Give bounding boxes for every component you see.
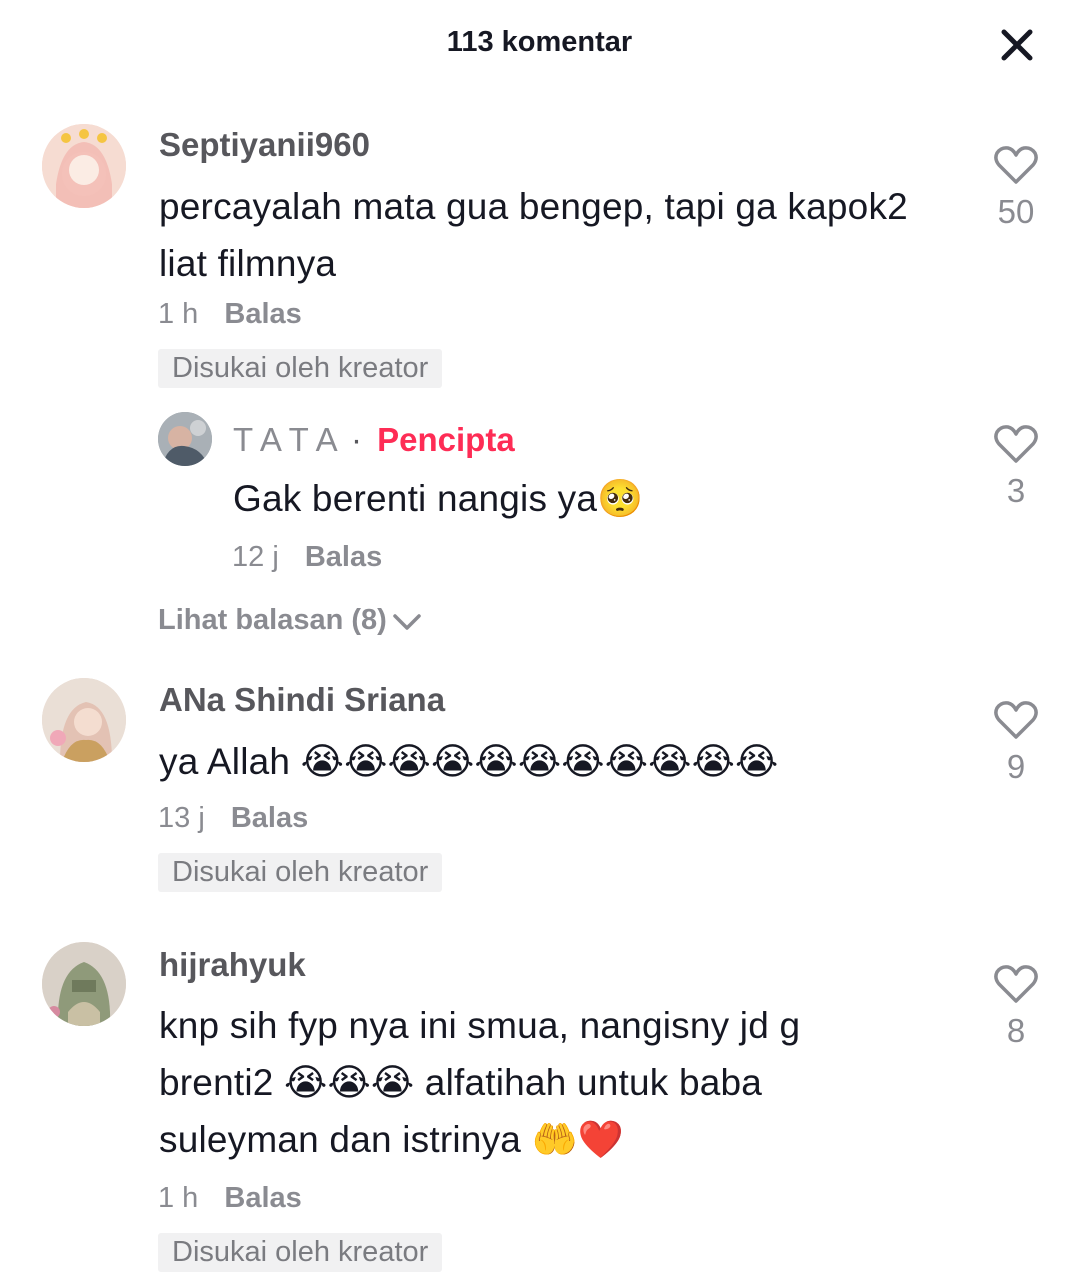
- comment-text: ya Allah 😭😭😭😭😭😭😭😭😭😭😭: [159, 741, 779, 782]
- avatar[interactable]: [158, 412, 212, 466]
- comment-meta: 13 j Balas: [158, 802, 308, 835]
- heart-icon[interactable]: [993, 964, 1039, 1004]
- like-column: 3: [976, 424, 1056, 510]
- comment-time: 1 h: [158, 1182, 199, 1214]
- reply-button[interactable]: Balas: [305, 541, 382, 573]
- comment-meta: 1 h Balas: [158, 298, 302, 331]
- like-count: 50: [997, 193, 1035, 230]
- reply-time: 12 j: [232, 541, 279, 573]
- like-count: 3: [1006, 472, 1026, 509]
- chevron-down-icon: [393, 614, 421, 631]
- separator-dot: ·: [350, 421, 362, 458]
- like-count: 8: [1006, 1012, 1026, 1049]
- heart-icon[interactable]: [993, 424, 1039, 464]
- reply-button[interactable]: Balas: [231, 802, 308, 834]
- avatar[interactable]: [42, 124, 126, 208]
- creator-tag: Pencipta: [377, 421, 515, 458]
- avatar[interactable]: [42, 678, 126, 762]
- reply-button[interactable]: Balas: [224, 298, 301, 330]
- comment-time: 1 h: [158, 298, 199, 330]
- comment-meta: 1 h Balas: [158, 1182, 302, 1215]
- reply-username-text[interactable]: T A T A: [233, 421, 336, 458]
- comment-text: percayalah mata gua bengep, tapi ga kapo…: [159, 186, 908, 284]
- liked-by-creator-badge: Disukai oleh kreator: [158, 853, 443, 892]
- view-replies-button[interactable]: Lihat balasan (8): [158, 604, 423, 637]
- reply-text: Gak berenti nangis ya🥺: [233, 478, 644, 519]
- avatar[interactable]: [42, 942, 126, 1026]
- comment-username[interactable]: ANa Shindi Sriana: [159, 681, 445, 719]
- liked-by-creator-badge: Disukai oleh kreator: [158, 349, 443, 388]
- heart-icon[interactable]: [993, 700, 1039, 740]
- view-replies-label: Lihat balasan (8): [158, 604, 387, 636]
- reply-meta: 12 j Balas: [232, 541, 382, 574]
- like-count: 9: [1006, 748, 1026, 785]
- comment-count-title: 113 komentar: [446, 26, 633, 58]
- comments-header: 113 komentar: [0, 0, 1079, 90]
- close-icon: [1001, 29, 1033, 61]
- heart-icon[interactable]: [993, 145, 1039, 185]
- comment-text: knp sih fyp nya ini smua, nangisny jd g …: [159, 1005, 801, 1160]
- comment-username[interactable]: Septiyanii960: [159, 126, 370, 164]
- like-column: 9: [976, 700, 1056, 786]
- comment-username[interactable]: hijrahyuk: [159, 946, 306, 984]
- like-column: 50: [976, 145, 1056, 231]
- comment-time: 13 j: [158, 802, 205, 834]
- liked-by-creator-badge: Disukai oleh kreator: [158, 1233, 443, 1272]
- reply-button[interactable]: Balas: [224, 1182, 301, 1214]
- like-column: 8: [976, 964, 1056, 1050]
- reply-username[interactable]: T A T A · Pencipta: [233, 421, 515, 459]
- close-button[interactable]: [994, 22, 1040, 68]
